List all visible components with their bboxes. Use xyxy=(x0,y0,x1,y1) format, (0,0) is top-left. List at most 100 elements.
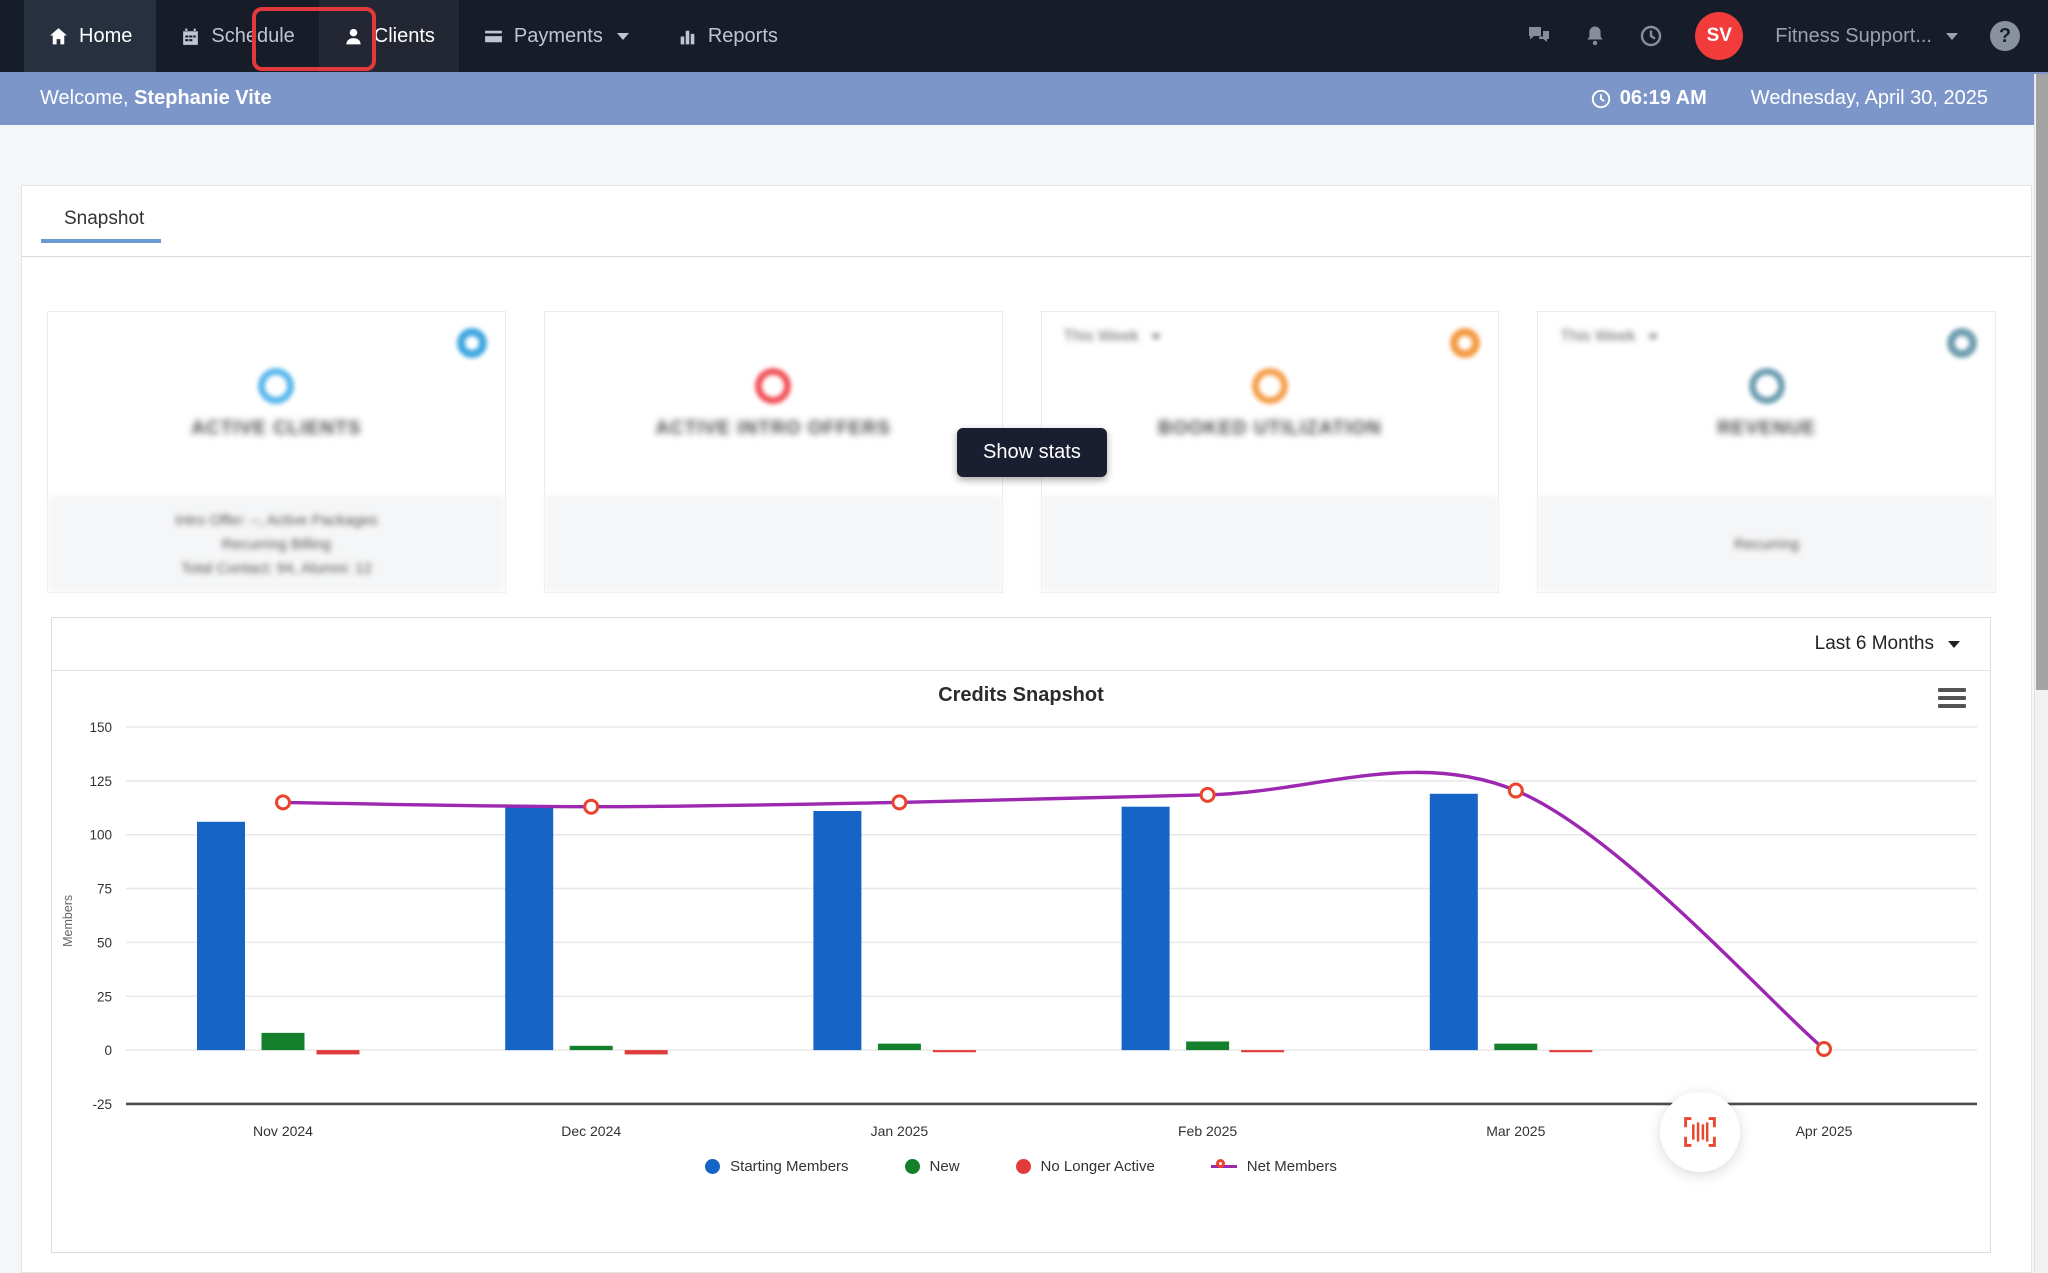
barcode-scanner-icon[interactable] xyxy=(1660,1092,1740,1172)
legend-marker xyxy=(1210,1159,1237,1174)
top-nav: Home Schedule Clients Payments Reports S… xyxy=(0,0,2048,72)
chart-header: Last 6 Months xyxy=(52,618,1990,671)
credits-snapshot-panel: Last 6 Months Credits Snapshot 150 125 100… xyxy=(51,617,1991,1253)
bar-starting-members xyxy=(197,821,245,1051)
legend-item-starting-members[interactable]: Starting Members xyxy=(705,1158,849,1175)
chevron-down-icon xyxy=(1647,334,1658,340)
nav-item-label: Reports xyxy=(707,24,778,47)
svg-text:150: 150 xyxy=(89,720,112,735)
x-axis-label: Dec 2024 xyxy=(561,1123,621,1139)
legend-marker xyxy=(1015,1159,1031,1174)
nav-item-label: Schedule xyxy=(211,24,295,47)
ring-icon xyxy=(258,368,295,404)
bar-starting-members xyxy=(1429,793,1478,1051)
chevron-down-icon xyxy=(1946,32,1958,40)
help-icon[interactable]: ? xyxy=(1990,21,2020,51)
stat-card-revenue: This Week REVENUE Recurring xyxy=(1537,311,1996,593)
svg-text:125: 125 xyxy=(89,774,112,789)
net-members-marker xyxy=(1199,786,1216,803)
bar-new xyxy=(1186,1041,1230,1051)
credit-card-icon xyxy=(485,30,502,42)
stat-card-booked-utilization: This Week BOOKED UTILIZATION xyxy=(1040,311,1500,593)
calendar-icon xyxy=(183,28,199,45)
bar-no-longer-active xyxy=(932,1050,976,1053)
bar-no-longer-active xyxy=(316,1050,360,1055)
x-axis-label: Feb 2025 xyxy=(1178,1123,1237,1139)
chevron-down-icon xyxy=(1948,640,1960,648)
ring-icon xyxy=(1748,368,1785,404)
account-menu[interactable]: Fitness Support... xyxy=(1775,25,1958,48)
stat-card-footer: Recurring xyxy=(1538,496,1995,592)
legend-label: Starting Members xyxy=(730,1158,849,1175)
x-axis-label: Apr 2025 xyxy=(1796,1123,1853,1139)
nav-item-clients[interactable]: Clients xyxy=(318,0,459,72)
legend-marker xyxy=(904,1159,920,1174)
bar-starting-members xyxy=(1121,806,1170,1051)
nav-item-label: Home xyxy=(79,24,133,47)
stat-card-title: REVENUE xyxy=(1717,418,1817,439)
legend-marker xyxy=(705,1159,721,1174)
nav-item-home[interactable]: Home xyxy=(24,0,157,72)
svg-text:100: 100 xyxy=(89,828,112,843)
ring-icon xyxy=(755,368,792,404)
nav-item-payments[interactable]: Payments xyxy=(459,0,653,72)
legend-label: No Longer Active xyxy=(1040,1158,1155,1175)
account-label: Fitness Support... xyxy=(1775,24,1932,47)
stat-card-title: ACTIVE INTRO OFFERS xyxy=(655,418,891,439)
legend-item-new[interactable]: New xyxy=(904,1158,960,1175)
nav-item-reports[interactable]: Reports xyxy=(653,0,802,72)
user-name: Stephanie Vite xyxy=(134,87,272,109)
legend-item-net-members[interactable]: Net Members xyxy=(1210,1158,1337,1175)
chevron-down-icon xyxy=(616,32,629,40)
clock-icon[interactable] xyxy=(1639,24,1663,48)
net-members-marker xyxy=(583,798,600,815)
legend-label: New xyxy=(929,1158,960,1175)
chat-icon[interactable] xyxy=(1527,24,1551,48)
stat-card-title: BOOKED UTILIZATION xyxy=(1158,418,1382,439)
ring-icon xyxy=(1251,368,1288,404)
svg-text:0: 0 xyxy=(104,1043,112,1058)
current-date: Wednesday, April 30, 2025 xyxy=(1750,87,1988,109)
avatar[interactable]: SV xyxy=(1695,12,1744,60)
net-members-marker xyxy=(1507,782,1524,799)
chart-range-dropdown[interactable]: Last 6 Months xyxy=(1815,633,1960,655)
svg-text:25: 25 xyxy=(97,989,112,1004)
svg-text:Members: Members xyxy=(61,895,75,947)
bar-no-longer-active xyxy=(624,1050,668,1055)
bar-no-longer-active xyxy=(1241,1050,1285,1053)
dashboard-panel: Snapshot ACTIVE CLIENTS Intro Offer: –, … xyxy=(21,185,2032,1273)
bar-starting-members xyxy=(813,811,862,1051)
range-dropdown[interactable]: This Week xyxy=(1560,328,1658,346)
nav-utilities: SV Fitness Support... ? xyxy=(1527,0,2048,72)
net-members-marker xyxy=(275,794,291,811)
tab-active-underline xyxy=(41,239,161,243)
show-stats-button[interactable]: Show stats xyxy=(957,428,1107,477)
stat-card-active-clients: ACTIVE CLIENTS Intro Offer: –, Active Pa… xyxy=(47,311,506,593)
svg-text:50: 50 xyxy=(97,935,112,950)
scrollbar-thumb[interactable] xyxy=(2036,74,2048,690)
hamburger-menu-icon[interactable] xyxy=(1938,688,1966,712)
bar-chart-icon xyxy=(680,30,695,44)
nav-item-schedule[interactable]: Schedule xyxy=(156,0,318,72)
nav-item-label: Payments xyxy=(513,24,603,47)
legend-item-no-longer-active[interactable]: No Longer Active xyxy=(1015,1158,1155,1175)
net-members-marker xyxy=(891,794,908,811)
bar-new xyxy=(877,1043,921,1051)
ring-icon xyxy=(1947,328,1977,358)
range-dropdown[interactable]: This Week xyxy=(1064,328,1161,346)
chevron-down-icon xyxy=(1150,334,1161,340)
bar-new xyxy=(1494,1043,1538,1051)
legend-label: Net Members xyxy=(1246,1158,1337,1175)
tab-snapshot[interactable]: Snapshot xyxy=(64,208,144,230)
bell-icon[interactable] xyxy=(1583,24,1607,48)
x-axis-label: Nov 2024 xyxy=(253,1123,313,1139)
nav-item-label: Clients xyxy=(373,24,435,47)
net-members-marker xyxy=(1816,1041,1832,1058)
welcome-message: Welcome, Stephanie Vite xyxy=(40,87,272,109)
person-icon xyxy=(346,28,361,44)
stat-card-footer xyxy=(544,496,1002,592)
ring-icon xyxy=(1450,328,1481,358)
current-time: 06:19 AM xyxy=(1590,87,1707,110)
bar-starting-members xyxy=(505,806,554,1051)
stat-card-title: ACTIVE CLIENTS xyxy=(191,418,362,439)
